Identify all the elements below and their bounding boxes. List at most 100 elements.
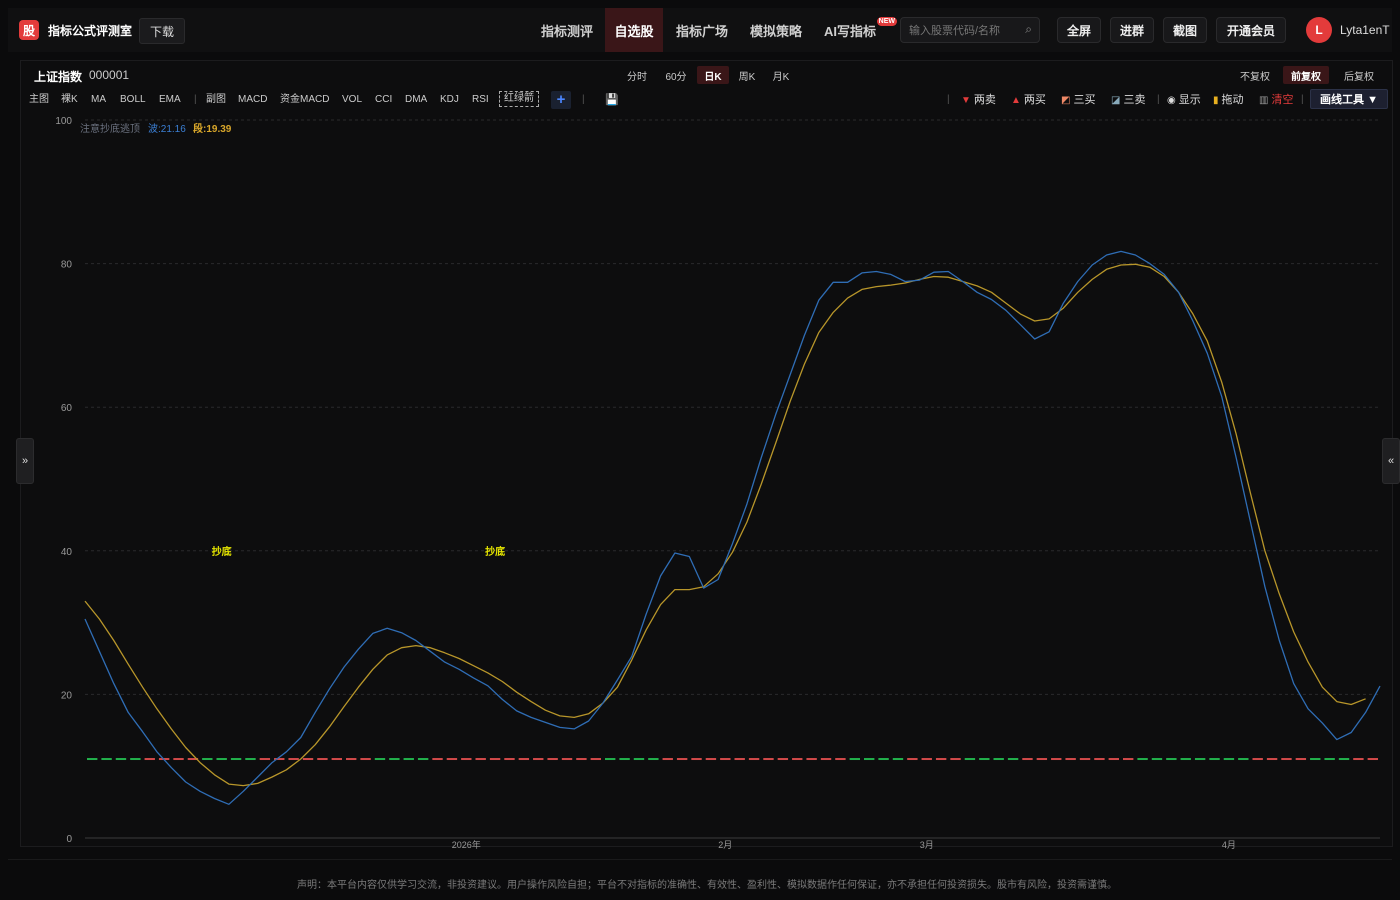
line-down-icon: ◪ [1111,95,1121,106]
tool-two-buy-label: 两买 [1023,94,1046,106]
left-expand-tab[interactable]: » [16,438,34,484]
chart-legend: 注意抄底逃顶 波:21.16 段:19.39 [80,122,232,135]
series-line-段 [84,263,1366,787]
series-lines [84,250,1381,805]
username[interactable]: Lyta1enT [1340,23,1390,37]
y-tick-label: 60 [61,403,73,414]
nav-indicator-review[interactable]: 指标测评 [532,8,602,52]
main-chart-label: 主图 [29,94,49,105]
separator: | [1301,94,1304,105]
tool-show[interactable]: ◉ 显示 [1167,94,1201,107]
legend-segment: 段:19.39 [193,122,232,135]
y-tick-label: 80 [61,260,73,271]
right-expand-tab[interactable]: « [1382,438,1400,484]
separator: | [194,94,197,105]
tool-show-label: 显示 [1178,94,1201,106]
top-bar: 股 指标公式评测室 下载 指标测评 自选股 指标广场 模拟策略 AI写指标 NE… [8,8,1392,52]
tool-two-buy[interactable]: ▲ 两买 [1011,94,1046,107]
indicator-cci[interactable]: CCI [375,94,392,106]
bottom-signal-label: 抄底 [212,545,232,558]
app-title: 指标公式评测室 [48,24,133,38]
tool-two-sell[interactable]: ▼ 两卖 [961,94,996,107]
join-group-button[interactable]: 进群 [1110,17,1154,43]
nav-ai-indicator[interactable]: AI写指标 NEW [815,8,897,52]
down-triangle-icon: ▼ [961,95,971,106]
tool-two-sell-label: 两卖 [973,94,996,106]
tool-drag[interactable]: ▮ 拖动 [1213,94,1244,107]
separator: | [947,94,950,105]
period-monthly[interactable]: 月K [765,66,797,84]
sub-chart-label: 副图 [206,94,226,105]
trash-icon: ▥ [1259,95,1269,106]
stock-search[interactable]: ⌕ [900,17,1040,43]
tool-three-buy-label: 三买 [1073,94,1096,106]
app-logo-icon: 股 [19,20,39,40]
save-icon[interactable]: 💾 [605,93,619,106]
stock-name: 上证指数 [34,70,83,84]
nav-simulated-strategy[interactable]: 模拟策略 [741,8,811,52]
indicator-red-green-arrow[interactable]: 红绿箭 [499,91,539,107]
screenshot-button[interactable]: 截图 [1163,17,1207,43]
nav-watchlist[interactable]: 自选股 [605,8,663,52]
bottom-signal-label: 抄底 [485,545,505,558]
x-tick-label: 2月 [718,840,732,850]
new-badge: NEW [876,17,897,26]
x-tick-label: 2026年 [452,839,481,850]
separator: | [582,94,585,105]
y-tick-label: 40 [61,547,73,558]
y-tick-label: 20 [61,690,73,701]
indicator-vol[interactable]: VOL [342,94,362,106]
y-tick-label: 0 [66,834,72,845]
adjust-backward[interactable]: 后复权 [1335,66,1383,84]
search-input[interactable] [907,22,1021,40]
nav-indicator-square[interactable]: 指标广场 [667,8,737,52]
legend-wave: 波:21.16 [148,122,186,135]
x-tick-label: 4月 [1222,840,1236,850]
indicator-chart[interactable]: 0 20 40 60 80 100 2026年 2月 3月 4月 抄底 抄底 注意抄底逃顶 波:2… [20,110,1392,850]
disclaimer: 声明：本平台内容仅供学习交流，非投资建议。用户操作风险自担；平台不对指标的准确性… [297,880,1117,891]
indicator-kdj[interactable]: KDJ [440,94,459,106]
period-intraday[interactable]: 分时 [621,66,653,84]
x-axis: 2026年 2月 3月 4月 [452,839,1236,850]
fullscreen-button[interactable]: 全屏 [1057,17,1101,43]
tool-clear-label: 清空 [1271,94,1294,106]
separator: | [1157,94,1160,105]
series-line-波 [84,250,1381,805]
indicator-fund-macd[interactable]: 资金MACD [280,94,329,106]
adjust-forward[interactable]: 前复权 [1283,66,1329,84]
x-tick-label: 3月 [920,840,934,850]
stock-code: 000001 [89,68,130,82]
membership-button[interactable]: 开通会员 [1216,17,1286,43]
period-60min[interactable]: 60分 [659,66,693,84]
draw-tool-dropdown[interactable]: 画线工具 ▼ [1310,89,1388,109]
tool-three-sell-label: 三卖 [1123,94,1146,106]
y-axis: 0 20 40 60 80 100 [55,116,72,845]
line-up-icon: ◩ [1061,95,1071,106]
period-weekly[interactable]: 周K [731,66,763,84]
y-tick-label: 100 [55,116,72,127]
grid [85,119,1380,839]
indicator-dma[interactable]: DMA [405,94,427,106]
legend-title: 注意抄底逃顶 [80,122,140,135]
tool-drag-label: 拖动 [1221,94,1244,106]
adjust-none[interactable]: 不复权 [1231,66,1279,84]
period-daily[interactable]: 日K [697,66,729,84]
indicator-ma[interactable]: MA [91,94,106,106]
add-indicator-button[interactable]: + [551,91,571,109]
indicator-macd[interactable]: MACD [238,94,267,106]
search-icon[interactable]: ⌕ [1025,22,1032,37]
avatar[interactable]: L [1306,17,1332,43]
up-triangle-icon: ▲ [1011,95,1021,106]
tool-clear[interactable]: ▥ 清空 [1259,94,1293,107]
indicator-rsi[interactable]: RSI [472,94,489,106]
tool-three-sell[interactable]: ◪ 三卖 [1111,94,1145,107]
indicator-bare-k[interactable]: 裸K [61,94,78,106]
indicator-ema[interactable]: EMA [159,94,181,106]
nav-ai-indicator-label: AI写指标 [823,23,876,39]
footer-divider [8,859,1392,860]
tool-three-buy[interactable]: ◩ 三买 [1061,94,1095,107]
download-button[interactable]: 下载 [139,18,185,44]
lock-icon: ▮ [1213,95,1219,106]
eye-icon: ◉ [1167,95,1176,106]
indicator-boll[interactable]: BOLL [120,94,146,106]
